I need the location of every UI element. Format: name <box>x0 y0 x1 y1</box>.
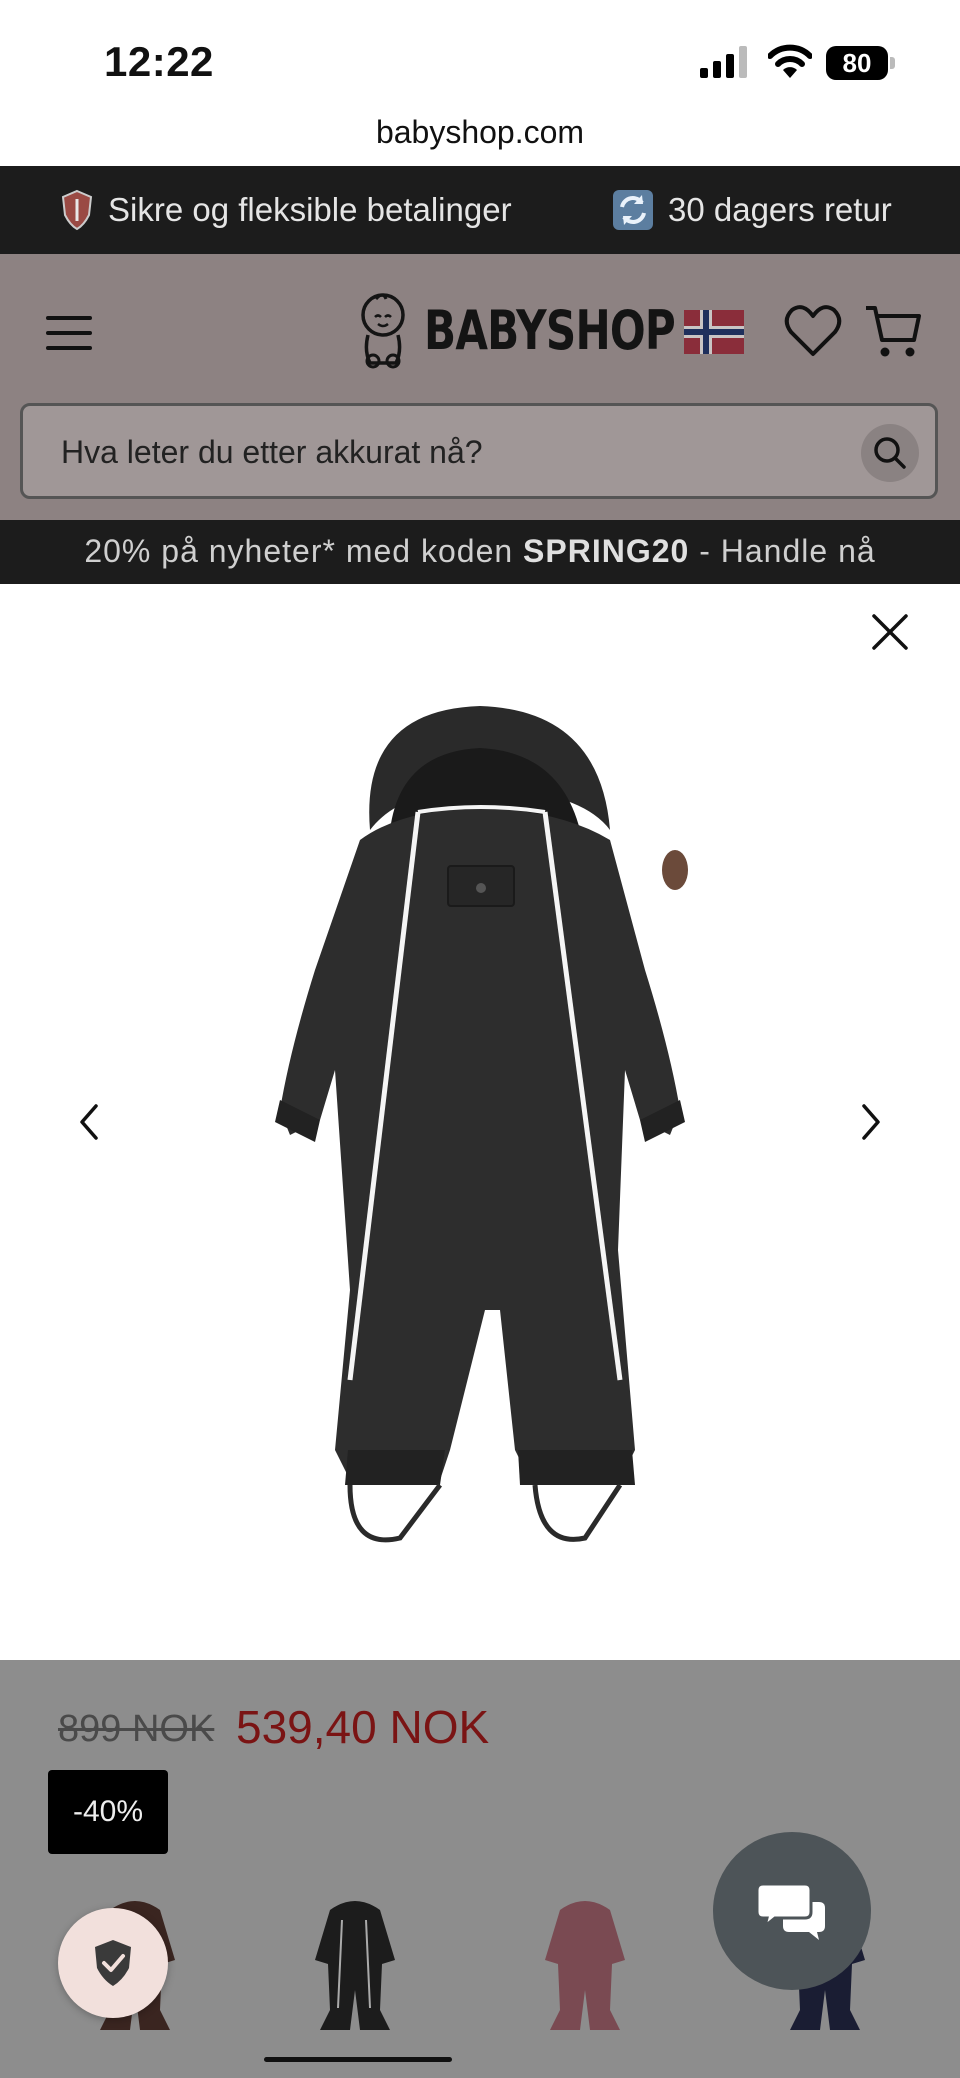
product-image-snowsuit <box>275 706 688 1543</box>
battery-icon: 80 <box>826 46 896 80</box>
color-variant-black[interactable] <box>300 1890 410 2040</box>
color-variant-rose[interactable] <box>530 1890 640 2040</box>
status-bar: 12:22 80 <box>0 0 960 110</box>
secure-payments-item: Sikre og fleksible betalinger <box>60 166 512 254</box>
trust-badge-button[interactable] <box>58 1908 168 2018</box>
returns-label: 30 dagers retur <box>668 191 892 228</box>
baby-logo-icon <box>361 293 405 369</box>
address-bar[interactable]: babyshop.com <box>0 110 960 166</box>
logo-text: BABYSHOP <box>424 298 676 362</box>
search-button[interactable] <box>861 424 919 482</box>
shield-check-icon <box>95 1940 131 1986</box>
return-arrows-icon <box>613 190 653 230</box>
promo-banner[interactable]: 20% på nyheter* med koden SPRING20 - Han… <box>0 520 960 584</box>
secure-payments-label: Sikre og fleksible betalinger <box>108 191 512 228</box>
discount-badge: -40% <box>48 1770 168 1854</box>
wishlist-heart-icon[interactable] <box>784 304 842 358</box>
shopping-cart-icon[interactable] <box>864 304 922 360</box>
original-price: 899 NOK <box>58 1708 215 1750</box>
wifi-icon <box>768 44 812 78</box>
shield-icon <box>61 189 93 231</box>
promo-prefix: 20% på nyheter* med koden <box>84 533 524 569</box>
returns-item: 30 dagers retur <box>612 166 892 254</box>
menu-icon[interactable] <box>46 316 92 350</box>
search-icon <box>874 437 906 469</box>
chat-bubbles-icon <box>755 1882 825 1940</box>
status-time: 12:22 <box>104 38 214 85</box>
chevron-right-icon[interactable] <box>854 1100 888 1144</box>
cellular-signal-icon <box>700 46 747 78</box>
chat-button[interactable] <box>713 1832 871 1990</box>
battery-level: 80 <box>826 46 888 80</box>
selected-variant-indicator <box>264 2057 452 2062</box>
search-bar <box>20 403 938 499</box>
search-input[interactable] <box>61 424 841 480</box>
close-icon[interactable] <box>868 610 912 654</box>
norway-flag-icon[interactable] <box>684 310 744 354</box>
sale-price: 539,40 NOK <box>236 1701 490 1753</box>
promo-code: SPRING20 <box>523 533 690 569</box>
info-bar: Sikre og fleksible betalinger 30 dagers … <box>0 166 960 254</box>
chevron-left-icon[interactable] <box>72 1100 106 1144</box>
promo-suffix: - Handle nå <box>689 533 876 569</box>
